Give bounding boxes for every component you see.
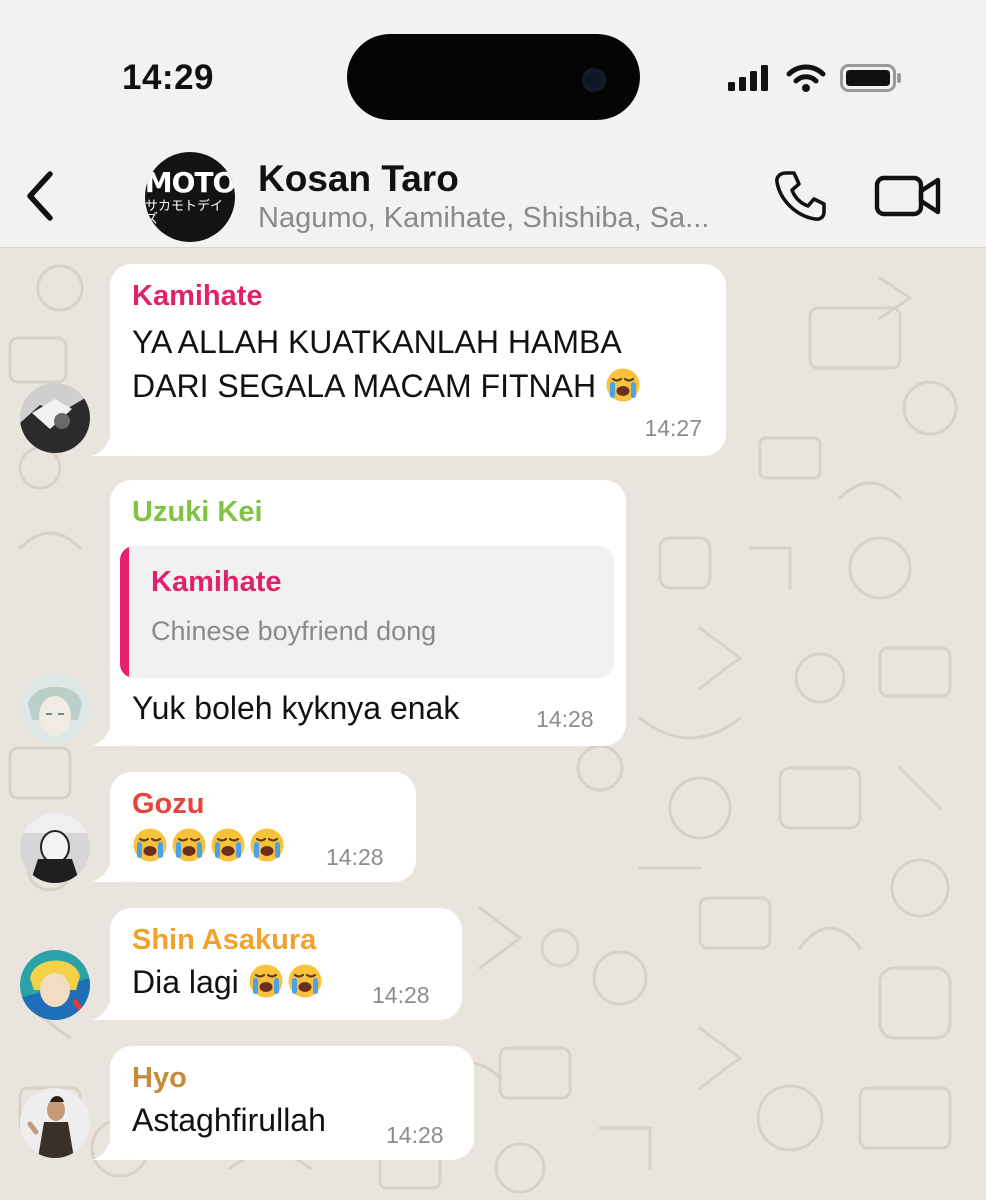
bubble-tail	[92, 718, 126, 746]
avatar-image	[20, 1088, 90, 1158]
group-name[interactable]: Kosan Taro	[258, 158, 459, 200]
avatar-image	[20, 950, 90, 1020]
battery-icon	[840, 64, 901, 92]
avatar-gozu[interactable]	[20, 813, 90, 883]
phone-icon	[775, 171, 826, 221]
chat-area[interactable]: Kamihate YA ALLAH KUATKANLAH HAMBA DARI …	[0, 248, 986, 1200]
avatar-image	[20, 383, 90, 453]
message-time: 14:28	[386, 1122, 444, 1148]
front-camera	[582, 68, 606, 92]
voice-call-button[interactable]	[772, 168, 828, 224]
avatar-image	[20, 674, 90, 744]
group-members[interactable]: Nagumo, Kamihate, Shishiba, Sa...	[258, 202, 709, 235]
avatar-hyo[interactable]	[20, 1088, 90, 1158]
quoted-message[interactable]: Kamihate Chinese boyfriend dong	[120, 546, 614, 678]
loudly-crying-face-emoji	[171, 827, 207, 863]
loudly-crying-face-emoji	[248, 963, 284, 999]
avatar-uzuki-kei[interactable]	[20, 674, 90, 744]
quoted-sender: Kamihate	[151, 566, 282, 598]
group-avatar-logo: MOTO	[145, 165, 235, 199]
loudly-crying-face-emoji	[287, 963, 323, 999]
message-bubble-1[interactable]: Kamihate YA ALLAH KUATKANLAH HAMBA DARI …	[92, 264, 726, 456]
message-bubble-5[interactable]: Hyo Astaghfirullah 14:28	[92, 1046, 474, 1160]
cellular-signal-icon	[728, 65, 768, 91]
message-time: 14:28	[536, 706, 594, 732]
quoted-text: Chinese boyfriend dong	[151, 616, 437, 646]
message-text: YA ALLAH KUATKANLAH HAMBA DARI SEGALA MA…	[132, 320, 704, 408]
avatar-shin-asakura[interactable]	[20, 950, 90, 1020]
avatar-image	[20, 813, 90, 883]
message-bubble-2[interactable]: Uzuki Kei Kamihate Chinese boyfriend don…	[92, 480, 626, 746]
message-sender[interactable]: Gozu	[132, 786, 394, 822]
video-camera-icon	[874, 175, 941, 217]
group-avatar[interactable]: MOTO サカモトデイズ	[145, 152, 235, 242]
message-bubble-4[interactable]: Shin Asakura Dia lagi 14:28	[92, 908, 462, 1020]
message-text-content: Dia lagi	[132, 964, 239, 1000]
message-time: 14:28	[326, 844, 384, 870]
top-bar: 14:29 MOTO サカモトデイズ Kosan Taro Nagumo, Ka…	[0, 0, 986, 248]
message-bubble-3[interactable]: Gozu 14:28	[92, 772, 416, 882]
message-sender[interactable]: Shin Asakura	[132, 922, 440, 958]
message-sender[interactable]: Hyo	[132, 1060, 452, 1096]
message-text: Yuk boleh kyknya enak	[132, 690, 460, 726]
loudly-crying-face-emoji	[605, 367, 641, 403]
message-time: 14:28	[372, 982, 430, 1008]
group-avatar-logo-sub: サカモトデイズ	[145, 198, 224, 227]
message-time: 14:27	[644, 415, 702, 441]
quote-accent-bar	[120, 546, 129, 678]
back-button[interactable]	[22, 170, 58, 222]
loudly-crying-face-emoji	[132, 827, 168, 863]
status-icons	[728, 60, 902, 96]
bubble-tail	[92, 992, 126, 1020]
chevron-left-icon	[27, 171, 53, 221]
bubble-tail	[92, 428, 126, 456]
loudly-crying-face-emoji	[249, 827, 285, 863]
message-sender[interactable]: Uzuki Kei	[132, 494, 604, 530]
bubble-tail	[92, 854, 126, 882]
message-text-content: YA ALLAH KUATKANLAH HAMBA DARI SEGALA MA…	[132, 324, 620, 404]
video-call-button[interactable]	[874, 172, 942, 220]
avatar-kamihate[interactable]	[20, 383, 90, 453]
status-time: 14:29	[122, 58, 215, 97]
bubble-tail	[92, 1132, 126, 1160]
loudly-crying-face-emoji	[210, 827, 246, 863]
wifi-icon	[786, 64, 826, 92]
message-sender[interactable]: Kamihate	[132, 278, 704, 314]
